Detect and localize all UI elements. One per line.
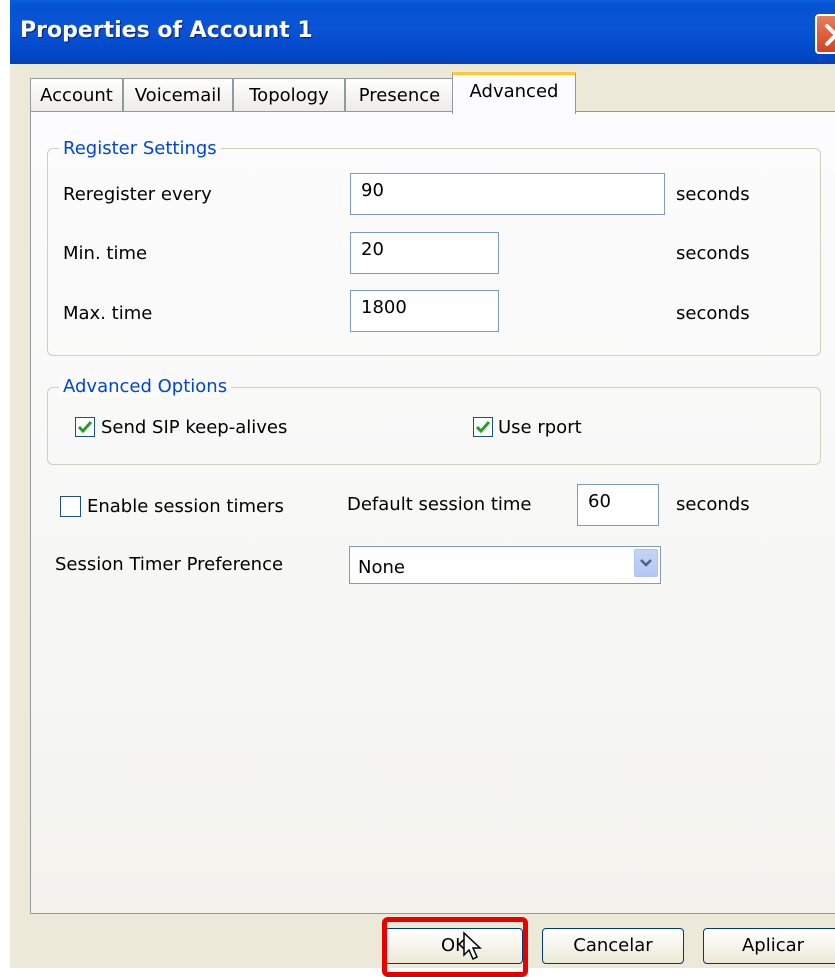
min-time-unit: seconds — [676, 243, 750, 264]
tab-topology[interactable]: Topology — [233, 78, 345, 112]
use-rport-checkbox[interactable] — [473, 417, 493, 437]
apply-button[interactable]: Aplicar — [703, 928, 835, 964]
close-icon — [825, 24, 835, 46]
min-time-label: Min. time — [63, 243, 148, 264]
enable-session-timers-checkbox[interactable] — [60, 496, 81, 517]
title-bar[interactable]: Properties of Account 1 — [10, 0, 835, 64]
cancel-button[interactable]: Cancelar — [542, 928, 684, 964]
properties-dialog: Properties of Account 1 Account Voicemai… — [0, 0, 835, 977]
dropdown-arrow[interactable] — [634, 549, 658, 577]
tab-presence-label: Presence — [358, 85, 441, 106]
checkmark-icon — [475, 421, 491, 434]
reregister-label: Reregister every — [63, 184, 212, 205]
reregister-unit: seconds — [676, 184, 750, 205]
advanced-panel: Register Settings Reregister every 90 se… — [30, 111, 835, 914]
session-timer-preference-label: Session Timer Preference — [55, 554, 284, 575]
close-button[interactable] — [815, 14, 835, 54]
tab-account-label: Account — [40, 85, 113, 106]
tab-advanced[interactable]: Advanced — [452, 72, 576, 114]
mouse-cursor-icon — [463, 931, 482, 961]
checkmark-icon — [77, 421, 93, 434]
tab-topology-label: Topology — [249, 85, 329, 106]
session-timer-preference-value: None — [358, 557, 405, 578]
tab-voicemail-label: Voicemail — [134, 85, 222, 106]
use-rport-label[interactable]: Use rport — [498, 417, 582, 438]
send-keepalives-label[interactable]: Send SIP keep-alives — [101, 417, 287, 438]
ok-button-highlight — [382, 917, 528, 977]
chevron-down-icon — [640, 559, 652, 567]
default-session-time-unit: seconds — [676, 494, 750, 515]
reregister-input[interactable]: 90 — [350, 173, 665, 215]
max-time-unit: seconds — [676, 303, 750, 324]
default-session-time-label: Default session time — [347, 494, 532, 515]
advanced-options-legend: Advanced Options — [59, 376, 232, 397]
apply-button-label: Aplicar — [741, 935, 805, 956]
default-session-time-input[interactable]: 60 — [577, 484, 659, 526]
cancel-button-label: Cancelar — [573, 935, 653, 956]
send-keepalives-checkbox[interactable] — [75, 417, 95, 437]
min-time-input[interactable]: 20 — [350, 232, 499, 274]
window-title: Properties of Account 1 — [20, 18, 313, 43]
tab-voicemail[interactable]: Voicemail — [123, 78, 233, 112]
tab-account[interactable]: Account — [30, 78, 123, 112]
tab-advanced-label: Advanced — [469, 81, 559, 102]
session-timer-preference-select[interactable]: None — [349, 546, 661, 584]
tab-presence[interactable]: Presence — [345, 78, 454, 112]
enable-session-timers-label[interactable]: Enable session timers — [87, 496, 284, 517]
max-time-input[interactable]: 1800 — [350, 290, 499, 332]
max-time-label: Max. time — [63, 303, 153, 324]
register-settings-legend: Register Settings — [59, 138, 221, 159]
